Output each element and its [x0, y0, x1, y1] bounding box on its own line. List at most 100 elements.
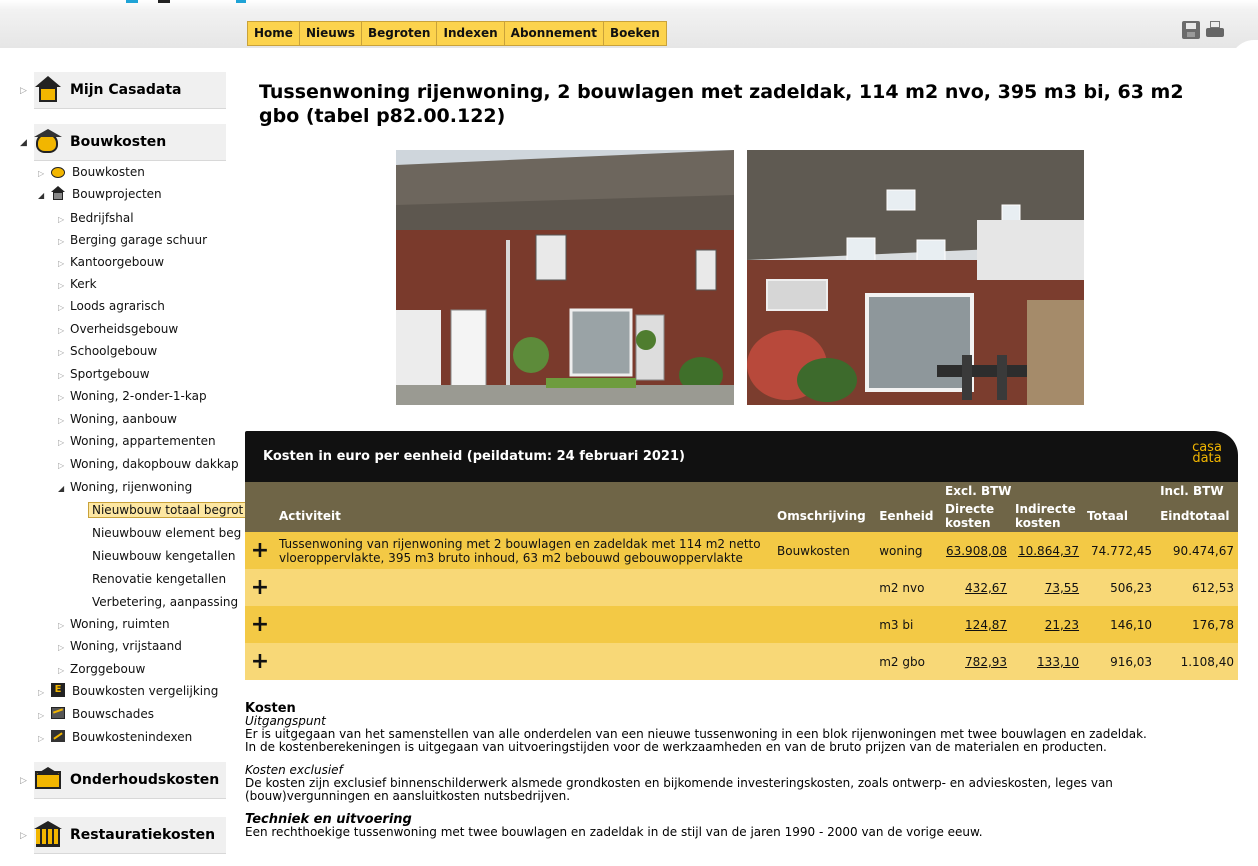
expand-arrow-icon[interactable]: ▷ — [38, 729, 50, 749]
toolbar — [1182, 21, 1224, 39]
menu-boeken[interactable]: Boeken — [603, 21, 667, 46]
indirecte-kosten-link[interactable]: 21,23 — [1045, 618, 1079, 632]
section-restauratiekosten[interactable]: Restauratiekosten — [34, 817, 226, 854]
expand-arrow-icon[interactable]: ▷ — [58, 616, 70, 636]
tree-item-nieuwbouw-element[interactable]: Nieuwbouw element beg — [92, 523, 241, 543]
tree-item-appartementen[interactable]: ▷ Woning, appartementen — [58, 431, 216, 451]
expand-plus-icon[interactable]: + — [245, 643, 275, 680]
row-totaal: 146,10 — [1083, 606, 1157, 643]
expand-arrow-icon[interactable]: ▷ — [58, 411, 70, 431]
top-decoration — [236, 0, 246, 3]
indirecte-kosten-link[interactable]: 73,55 — [1045, 581, 1079, 595]
tree-item-bedrijfshal[interactable]: ▷ Bedrijfshal — [58, 208, 134, 228]
expand-arrow-icon[interactable]: ▷ — [38, 164, 50, 184]
row-eindtotaal: 176,78 — [1156, 606, 1238, 643]
row-eenheid: m2 nvo — [875, 569, 942, 606]
row-omschrijving: Bouwkosten — [773, 532, 876, 569]
menu-nieuws[interactable]: Nieuws — [299, 21, 363, 46]
section-label: Onderhoudskosten — [70, 772, 220, 788]
expand-arrow-icon[interactable]: ▷ — [38, 706, 50, 726]
expand-arrow-icon[interactable]: ▷ — [58, 254, 70, 274]
tree-item-verbetering[interactable]: Verbetering, aanpassing — [92, 592, 238, 612]
save-icon[interactable] — [1182, 21, 1200, 39]
section-onderhoudskosten[interactable]: Onderhoudskosten — [34, 762, 226, 799]
collapse-arrow-icon[interactable]: ◢ — [38, 186, 50, 206]
collapse-arrow-icon[interactable]: ◢ — [20, 138, 27, 148]
tree-item-schoolgebouw[interactable]: ▷ Schoolgebouw — [58, 341, 157, 361]
row-totaal: 916,03 — [1083, 643, 1157, 680]
expand-arrow-icon[interactable]: ▷ — [58, 321, 70, 341]
tree-item-bouwprojecten[interactable]: ◢ Bouwprojecten — [38, 184, 162, 204]
expand-arrow-icon[interactable]: ▷ — [58, 456, 70, 476]
cost-heading: Kosten in euro per eenheid (peildatum: 2… — [263, 449, 685, 464]
tree-item-renovatie-kengetallen[interactable]: Renovatie kengetallen — [92, 569, 226, 589]
row-eindtotaal: 612,53 — [1156, 569, 1238, 606]
top-decoration — [158, 0, 170, 3]
expand-arrow-icon[interactable]: ▷ — [58, 388, 70, 408]
expand-arrow-icon[interactable]: ▷ — [58, 638, 70, 658]
directe-kosten-link[interactable]: 124,87 — [965, 618, 1007, 632]
col-totaal: Totaal — [1083, 500, 1157, 532]
menu-begroten[interactable]: Begroten — [362, 21, 438, 46]
toolbox-icon — [34, 766, 62, 794]
menu-indexen[interactable]: Indexen — [437, 21, 505, 46]
col-indirecte-kosten: Indirecte kosten — [1011, 500, 1084, 532]
section-mijn-casadata[interactable]: Mijn Casadata — [34, 72, 226, 109]
incl-btw-label: Incl. BTW — [1156, 482, 1238, 500]
tree-item-zorggebouw[interactable]: ▷ Zorggebouw — [58, 659, 145, 679]
directe-kosten-link[interactable]: 63.908,08 — [946, 544, 1007, 558]
tree-item-rijenwoning[interactable]: ◢ Woning, rijenwoning — [58, 477, 192, 497]
tree-item-vrijstaand[interactable]: ▷ Woning, vrijstaand — [58, 636, 182, 656]
expand-arrow-icon[interactable]: ▷ — [58, 366, 70, 386]
expand-plus-icon[interactable]: + — [245, 532, 275, 569]
expand-plus-icon[interactable]: + — [245, 569, 275, 606]
tree-item-dakopbouw[interactable]: ▷ Woning, dakopbouw dakkap — [58, 454, 239, 474]
tree-item-aanbouw[interactable]: ▷ Woning, aanbouw — [58, 409, 177, 429]
tree-item-nieuwbouw-totaal-begroting[interactable]: Nieuwbouw totaal begrot — [88, 500, 248, 520]
tree-item-bouwschades[interactable]: ▷ Bouwschades — [38, 704, 154, 724]
expand-arrow-icon[interactable]: ▷ — [20, 86, 27, 96]
casadata-logo: casa data — [1192, 440, 1222, 466]
tree-item-bouwkosten-vergelijking[interactable]: ▷Bouwkosten vergelijking — [38, 681, 218, 701]
expand-arrow-icon[interactable]: ▷ — [58, 276, 70, 296]
expand-arrow-icon[interactable]: ▷ — [58, 210, 70, 230]
expand-plus-icon[interactable]: + — [245, 606, 275, 643]
expand-arrow-icon[interactable]: ▷ — [58, 661, 70, 681]
tree-item-berging[interactable]: ▷ Berging garage schuur — [58, 230, 207, 250]
expand-arrow-icon[interactable]: ▷ — [20, 776, 27, 786]
tree-item-ruimten[interactable]: ▷ Woning, ruimten — [58, 614, 170, 634]
coins-icon — [34, 128, 62, 156]
col-eindtotaal: Eindtotaal — [1156, 500, 1238, 532]
expand-arrow-icon[interactable]: ▷ — [58, 298, 70, 318]
house-back-photo — [747, 150, 1084, 405]
menu-abonnement[interactable]: Abonnement — [504, 21, 604, 46]
damage-icon — [50, 706, 66, 720]
tree-item-2-onder-1-kap[interactable]: ▷ Woning, 2-onder-1-kap — [58, 386, 207, 406]
expand-arrow-icon[interactable]: ▷ — [58, 343, 70, 363]
menu-home[interactable]: Home — [247, 21, 300, 46]
print-icon[interactable] — [1206, 21, 1224, 39]
row-omschrijving — [773, 569, 876, 606]
section-bouwkosten[interactable]: Bouwkosten — [34, 124, 226, 161]
tree-item-bouwkostenindexen[interactable]: ▷ Bouwkostenindexen — [38, 727, 192, 747]
row-omschrijving — [773, 643, 876, 680]
tree-item-kantoorgebouw[interactable]: ▷ Kantoorgebouw — [58, 252, 164, 272]
directe-kosten-link[interactable]: 432,67 — [965, 581, 1007, 595]
directe-kosten-link[interactable]: 782,93 — [965, 655, 1007, 669]
tree-item-bouwkosten[interactable]: ▷ Bouwkosten — [38, 162, 145, 182]
tree-item-loods[interactable]: ▷ Loods agrarisch — [58, 296, 165, 316]
expand-arrow-icon[interactable]: ▷ — [58, 433, 70, 453]
tree-item-kerk[interactable]: ▷ Kerk — [58, 274, 97, 294]
row-eenheid: m2 gbo — [875, 643, 942, 680]
expand-arrow-icon[interactable]: ▷ — [58, 232, 70, 252]
expand-arrow-icon[interactable]: ▷ — [20, 831, 27, 841]
indirecte-kosten-link[interactable]: 10.864,37 — [1018, 544, 1079, 558]
expand-arrow-icon[interactable]: ▷ — [38, 683, 50, 703]
tree-item-sportgebouw[interactable]: ▷ Sportgebouw — [58, 364, 150, 384]
cost-panel: Kosten in euro per eenheid (peildatum: 2… — [245, 431, 1238, 680]
collapse-arrow-icon[interactable]: ◢ — [58, 479, 70, 499]
house-icon — [34, 76, 62, 104]
indirecte-kosten-link[interactable]: 133,10 — [1037, 655, 1079, 669]
tree-item-nieuwbouw-kengetallen[interactable]: Nieuwbouw kengetallen — [92, 546, 236, 566]
tree-item-overheidsgebouw[interactable]: ▷ Overheidsgebouw — [58, 319, 178, 339]
